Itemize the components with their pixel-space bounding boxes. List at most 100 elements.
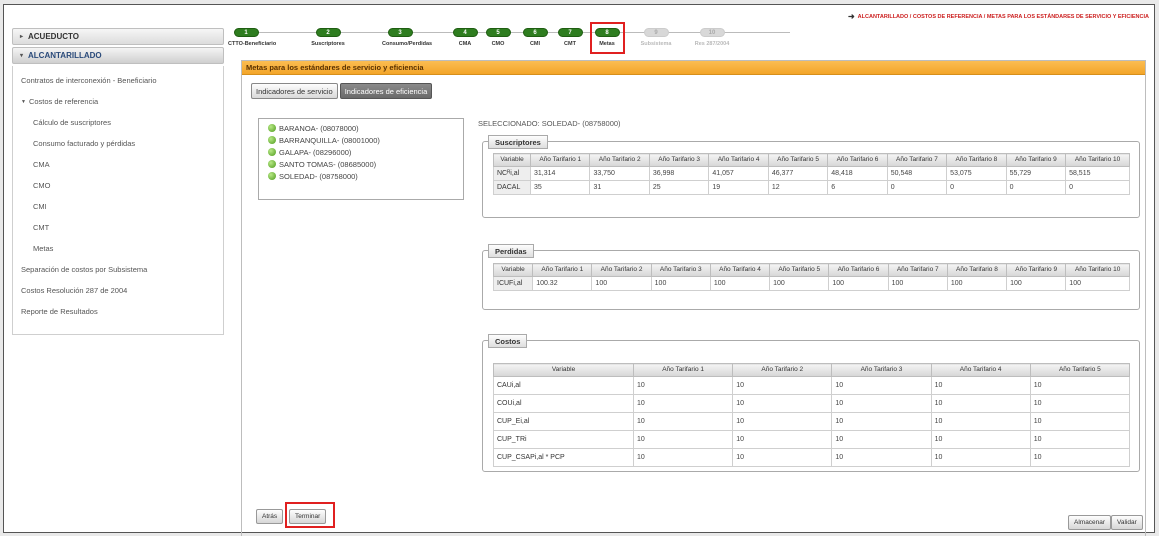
table-cell[interactable]: 41,057 xyxy=(708,166,769,181)
tab-indicadores-eficiencia[interactable]: Indicadores de eficiencia xyxy=(339,83,433,99)
table-cell[interactable]: 100 xyxy=(650,276,711,291)
table-cell[interactable]: 10 xyxy=(732,448,833,467)
sidebar-item-suscriptores[interactable]: Cálculo de suscriptores xyxy=(13,112,223,133)
table-cell[interactable]: 10 xyxy=(831,448,932,467)
table-cell[interactable]: 100.32 xyxy=(532,276,593,291)
table-cell[interactable]: 100 xyxy=(709,276,771,291)
almacenar-button[interactable]: Almacenar xyxy=(1068,515,1112,530)
table-cell[interactable]: 0 xyxy=(886,180,948,195)
table-cell[interactable]: 100 xyxy=(1006,276,1067,291)
tree-item[interactable]: GALAPA- (08296000) xyxy=(259,146,463,158)
table-cell[interactable]: 55,729 xyxy=(1005,166,1067,181)
sidebar-item-reporte[interactable]: Reporte de Resultados xyxy=(13,301,223,322)
step-ctto[interactable]: 1 CTTO-Beneficiario xyxy=(228,28,276,47)
breadcrumb: ➜ ALCANTARILLADO / COSTOS DE REFERENCIA … xyxy=(848,12,1149,21)
table-cell[interactable]: 6 xyxy=(827,180,888,195)
table-cell[interactable]: 100 xyxy=(769,276,830,291)
table-cell[interactable]: 10 xyxy=(732,376,833,395)
column-header: Año Tarifario 2 xyxy=(732,363,833,377)
table-cell[interactable]: 10 xyxy=(930,448,1031,467)
table-cell[interactable]: 10 xyxy=(1029,430,1131,449)
table-cell[interactable]: 19 xyxy=(708,180,769,195)
step-label: CMT xyxy=(564,41,576,47)
table-cell[interactable]: 10 xyxy=(1029,376,1131,395)
sidebar-item-consumo[interactable]: Consumo facturado y pérdidas xyxy=(13,133,223,154)
table-cell[interactable]: 46,377 xyxy=(767,166,829,181)
table-cell[interactable]: 58,515 xyxy=(1065,166,1130,181)
table-cell[interactable]: 100 xyxy=(1065,276,1130,291)
sidebar-item-costos-referencia[interactable]: ▼ Costos de referencia xyxy=(13,91,223,112)
sidebar-item-cmo[interactable]: CMO xyxy=(13,175,223,196)
column-header: Año Tarifario 4 xyxy=(709,263,771,277)
tree-item[interactable]: SANTO TOMAS- (08685000) xyxy=(259,158,463,170)
tree-item[interactable]: SOLEDAD- (08758000) xyxy=(259,170,463,182)
table-cell[interactable]: 10 xyxy=(831,394,932,413)
table-cell[interactable]: 0 xyxy=(946,180,1007,195)
table-header-row: Variable Año Tarifario 1 Año Tarifario 2… xyxy=(492,263,1130,277)
table-cell[interactable]: 35 xyxy=(529,180,591,195)
table-cell[interactable]: 100 xyxy=(828,276,889,291)
table-cell[interactable]: 10 xyxy=(831,412,932,431)
step-label: Res 287/2004 xyxy=(694,41,730,47)
sidebar-item-metas[interactable]: Metas xyxy=(13,238,223,259)
step-cmi[interactable]: 6 CMI xyxy=(520,28,550,47)
table-cell[interactable]: 0 xyxy=(1005,180,1067,195)
step-cmt[interactable]: 7 CMT xyxy=(555,28,585,47)
sidebar-alcantarillado[interactable]: ▾ ALCANTARILLADO xyxy=(12,47,224,64)
step-number: 7 xyxy=(557,28,583,37)
table-cell[interactable]: 10 xyxy=(632,448,734,467)
table-cell[interactable]: 10 xyxy=(930,394,1031,413)
table-cell[interactable]: 10 xyxy=(831,376,932,395)
table-cell[interactable]: 10 xyxy=(930,376,1031,395)
table-cell[interactable]: 33,750 xyxy=(589,166,650,181)
table-cell[interactable]: 100 xyxy=(887,276,948,291)
step-cmo[interactable]: 5 CMO xyxy=(483,28,513,47)
table-cell[interactable]: 0 xyxy=(1065,180,1130,195)
sidebar-item-contratos[interactable]: Contratos de interconexión - Beneficiari… xyxy=(13,70,223,91)
table-cell[interactable]: 10 xyxy=(632,394,734,413)
table-cell[interactable]: 100 xyxy=(946,276,1008,291)
sidebar-item-cma[interactable]: CMA xyxy=(13,154,223,175)
step-suscriptores[interactable]: 2 Suscriptores xyxy=(310,28,346,47)
table-cell[interactable]: 53,075 xyxy=(946,166,1007,181)
table-cell[interactable]: 10 xyxy=(732,394,833,413)
column-header: Año Tarifario 10 xyxy=(1065,263,1130,277)
table-cell[interactable]: 36,998 xyxy=(648,166,710,181)
validar-button[interactable]: Validar xyxy=(1111,515,1143,530)
table-cell[interactable]: 50,548 xyxy=(886,166,948,181)
table-cell[interactable]: 25 xyxy=(648,180,710,195)
column-header: Año Tarifario 1 xyxy=(529,153,591,167)
table-cell[interactable]: 31 xyxy=(589,180,650,195)
table-cell[interactable]: 10 xyxy=(632,412,734,431)
step-cma[interactable]: 4 CMA xyxy=(450,28,480,47)
table-cell[interactable]: 48,418 xyxy=(827,166,888,181)
step-number: 2 xyxy=(315,28,341,37)
sidebar-item-separacion[interactable]: Separación de costos por Subsistema xyxy=(13,259,223,280)
table-cell[interactable]: 10 xyxy=(831,430,932,449)
sidebar-acueducto[interactable]: ▸ ACUEDUCTO xyxy=(12,28,224,45)
table-cell[interactable]: 12 xyxy=(767,180,829,195)
table-cell[interactable]: 10 xyxy=(1029,394,1131,413)
table-cell[interactable]: 10 xyxy=(1029,412,1131,431)
step-consumo[interactable]: 3 Consumo/Perdidas xyxy=(382,28,432,47)
table-cell[interactable]: 10 xyxy=(732,430,833,449)
column-header: Año Tarifario 7 xyxy=(887,263,948,277)
tree-item[interactable]: BARRANQUILLA- (08001000) xyxy=(259,134,463,146)
table-cell[interactable]: 100 xyxy=(591,276,652,291)
sidebar-item-cmt[interactable]: CMT xyxy=(13,217,223,238)
atras-button[interactable]: Atrás xyxy=(256,509,284,524)
table-cell[interactable]: 10 xyxy=(732,412,833,431)
sidebar-item-cmi[interactable]: CMI xyxy=(13,196,223,217)
table-cell[interactable]: 10 xyxy=(1029,448,1131,467)
sidebar-item-resolucion[interactable]: Costos Resolución 287 de 2004 xyxy=(13,280,223,301)
table-row: CAUi,al 10 10 10 10 10 xyxy=(493,376,1131,395)
table-cell[interactable]: 10 xyxy=(632,376,734,395)
tab-indicadores-servicio[interactable]: Indicadores de servicio xyxy=(251,83,338,99)
column-header: Año Tarifario 4 xyxy=(930,363,1031,377)
table-cell[interactable]: 10 xyxy=(632,430,734,449)
tree-item[interactable]: BARANOA- (08078000) xyxy=(259,122,463,134)
table-cell[interactable]: 10 xyxy=(930,412,1031,431)
panel-title: Metas para los estándares de servicio y … xyxy=(242,61,1145,75)
table-cell[interactable]: 10 xyxy=(930,430,1031,449)
table-cell[interactable]: 31,314 xyxy=(529,166,591,181)
